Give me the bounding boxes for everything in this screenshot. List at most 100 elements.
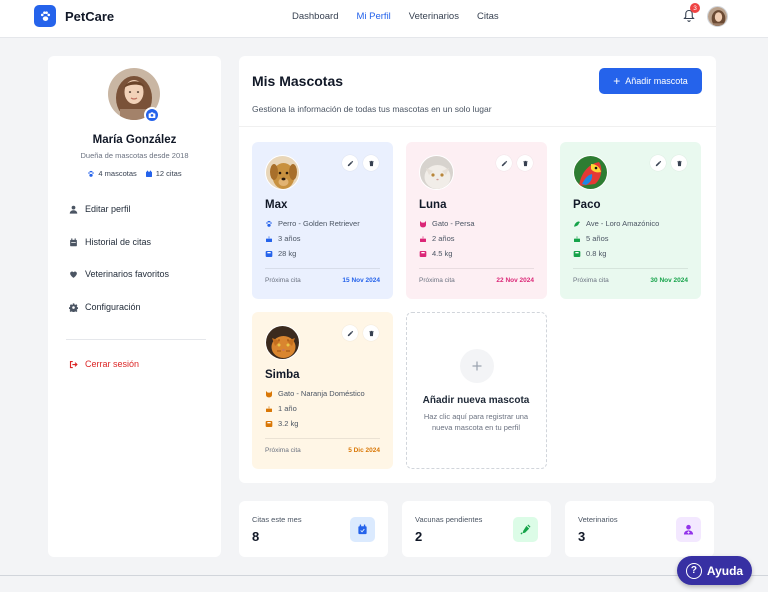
weight-scale-icon	[265, 420, 273, 428]
birthday-cake-icon	[265, 235, 273, 243]
appointments-count: 12 citas	[145, 169, 182, 178]
add-new-pet-card[interactable]: Añadir nueva mascota Haz clic aquí para …	[406, 312, 547, 469]
stat-value: 8	[252, 529, 260, 544]
calendar-icon	[350, 517, 375, 542]
pet-age: 3 años	[265, 234, 301, 243]
cat-icon	[265, 390, 273, 398]
pet-age: 5 años	[573, 234, 609, 243]
next-appointment-date: 15 Nov 2024	[342, 277, 380, 284]
nav-citas[interactable]: Citas	[477, 11, 499, 22]
stat-label: Citas este mes	[252, 515, 302, 524]
profile-name: María González	[92, 134, 177, 146]
sidebar-divider	[66, 339, 206, 340]
pet-name: Paco	[573, 199, 601, 211]
pet-card-max[interactable]: Max Perro - Golden Retriever 3 años 28 k…	[252, 142, 393, 299]
next-appointment-label: Próxima cita	[573, 277, 609, 284]
paw-logo-icon[interactable]	[34, 5, 56, 27]
pet-breed-label: Ave - Loro Amazónico	[586, 219, 660, 228]
pet-breed: Gato - Persa	[419, 219, 475, 228]
add-new-pet-description: Haz clic aquí para registrar una nueva m…	[423, 412, 529, 432]
user-avatar[interactable]	[707, 6, 728, 27]
main-nav: Dashboard Mi Perfil Veterinarios Citas	[292, 11, 499, 22]
question-icon: ?	[685, 562, 702, 579]
pet-weight: 4.5 kg	[419, 249, 452, 258]
nav-dashboard[interactable]: Dashboard	[292, 11, 338, 22]
stat-label: Veterinarios	[578, 515, 618, 524]
next-appointment-date: 22 Nov 2024	[496, 277, 534, 284]
edit-pet-button[interactable]	[650, 155, 666, 171]
profile-subtitle: Dueña de mascotas desde 2018	[80, 151, 189, 160]
camera-icon[interactable]	[144, 107, 160, 123]
page-subtitle: Gestiona la información de todas tus mas…	[252, 104, 492, 114]
next-appointment-label: Próxima cita	[419, 277, 455, 284]
weight-scale-icon	[265, 250, 273, 258]
panel-divider	[239, 126, 716, 127]
pet-breed: Perro - Golden Retriever	[265, 219, 360, 228]
next-appointment-label: Próxima cita	[265, 447, 301, 454]
edit-pet-button[interactable]	[342, 325, 358, 341]
help-button[interactable]: ? Ayuda	[677, 556, 752, 585]
pencil-icon	[655, 160, 661, 166]
pet-breed-label: Perro - Golden Retriever	[278, 219, 360, 228]
next-appointment-date: 5 Dic 2024	[348, 447, 380, 454]
edit-pet-button[interactable]	[496, 155, 512, 171]
pet-photo	[265, 155, 300, 190]
paw-icon	[265, 220, 273, 228]
pet-photo	[265, 325, 300, 360]
nav-veterinarios[interactable]: Veterinarios	[409, 11, 459, 22]
sidebar-item-label: Historial de citas	[85, 237, 152, 247]
pet-age-label: 2 años	[432, 234, 455, 243]
pet-breed: Gato - Naranja Doméstico	[265, 389, 365, 398]
delete-pet-button[interactable]	[671, 155, 687, 171]
delete-pet-button[interactable]	[363, 325, 379, 341]
add-new-pet-title: Añadir nueva mascota	[422, 395, 530, 406]
logout-button[interactable]: Cerrar sesión	[68, 359, 139, 369]
top-navbar: PetCare Dashboard Mi Perfil Veterinarios…	[0, 0, 768, 38]
pet-photo	[573, 155, 608, 190]
notification-badge: 3	[690, 3, 700, 13]
edit-pet-button[interactable]	[342, 155, 358, 171]
profile-stats: 4 mascotas 12 citas	[48, 169, 221, 178]
add-pet-label: Añadir mascota	[625, 76, 688, 86]
delete-pet-button[interactable]	[363, 155, 379, 171]
sidebar-item-editar-perfil[interactable]: Editar perfil	[68, 204, 131, 214]
next-appointment-date: 30 Nov 2024	[650, 277, 688, 284]
sidebar-item-veterinarios-favoritos[interactable]: Veterinarios favoritos	[68, 269, 169, 279]
logout-icon	[68, 359, 78, 369]
weight-scale-icon	[419, 250, 427, 258]
footer-divider	[0, 575, 768, 576]
pet-age-label: 3 años	[278, 234, 301, 243]
nav-mi-perfil[interactable]: Mi Perfil	[356, 11, 390, 22]
gear-icon	[68, 302, 78, 312]
sidebar-item-historial[interactable]: Historial de citas	[68, 237, 151, 247]
logout-label: Cerrar sesión	[85, 359, 140, 369]
stat-card-vacunas: Vacunas pendientes 2	[402, 501, 551, 557]
delete-pet-button[interactable]	[517, 155, 533, 171]
sidebar-item-configuracion[interactable]: Configuración	[68, 302, 141, 312]
pet-weight-label: 4.5 kg	[432, 249, 453, 258]
pet-age-label: 1 año	[278, 404, 297, 413]
trash-icon	[368, 330, 374, 336]
pet-name: Luna	[419, 199, 447, 211]
pet-photo	[419, 155, 454, 190]
pet-card-luna[interactable]: Luna Gato - Persa 2 años 4.5 kg Próxima …	[406, 142, 547, 299]
birthday-cake-icon	[265, 405, 273, 413]
add-pet-button[interactable]: + Añadir mascota	[599, 68, 702, 94]
pets-panel: Mis Mascotas + Añadir mascota Gestiona l…	[239, 56, 716, 483]
stat-card-veterinarios: Veterinarios 3	[565, 501, 714, 557]
brand-name[interactable]: PetCare	[65, 9, 114, 24]
card-divider	[265, 438, 380, 439]
doctor-icon	[676, 517, 701, 542]
weight-scale-icon	[573, 250, 581, 258]
card-divider	[265, 268, 380, 269]
appointments-count-label: 12 citas	[155, 169, 182, 178]
page-title: Mis Mascotas	[252, 73, 344, 89]
pet-card-simba[interactable]: Simba Gato - Naranja Doméstico 1 año 3.2…	[252, 312, 393, 469]
stat-card-citas: Citas este mes 8	[239, 501, 388, 557]
stat-label: Vacunas pendientes	[415, 515, 483, 524]
paw-icon	[88, 170, 95, 177]
stat-value: 3	[578, 529, 586, 544]
pencil-icon	[347, 330, 353, 336]
pet-age: 2 años	[419, 234, 455, 243]
pet-card-paco[interactable]: Paco Ave - Loro Amazónico 5 años 0.8 kg …	[560, 142, 701, 299]
